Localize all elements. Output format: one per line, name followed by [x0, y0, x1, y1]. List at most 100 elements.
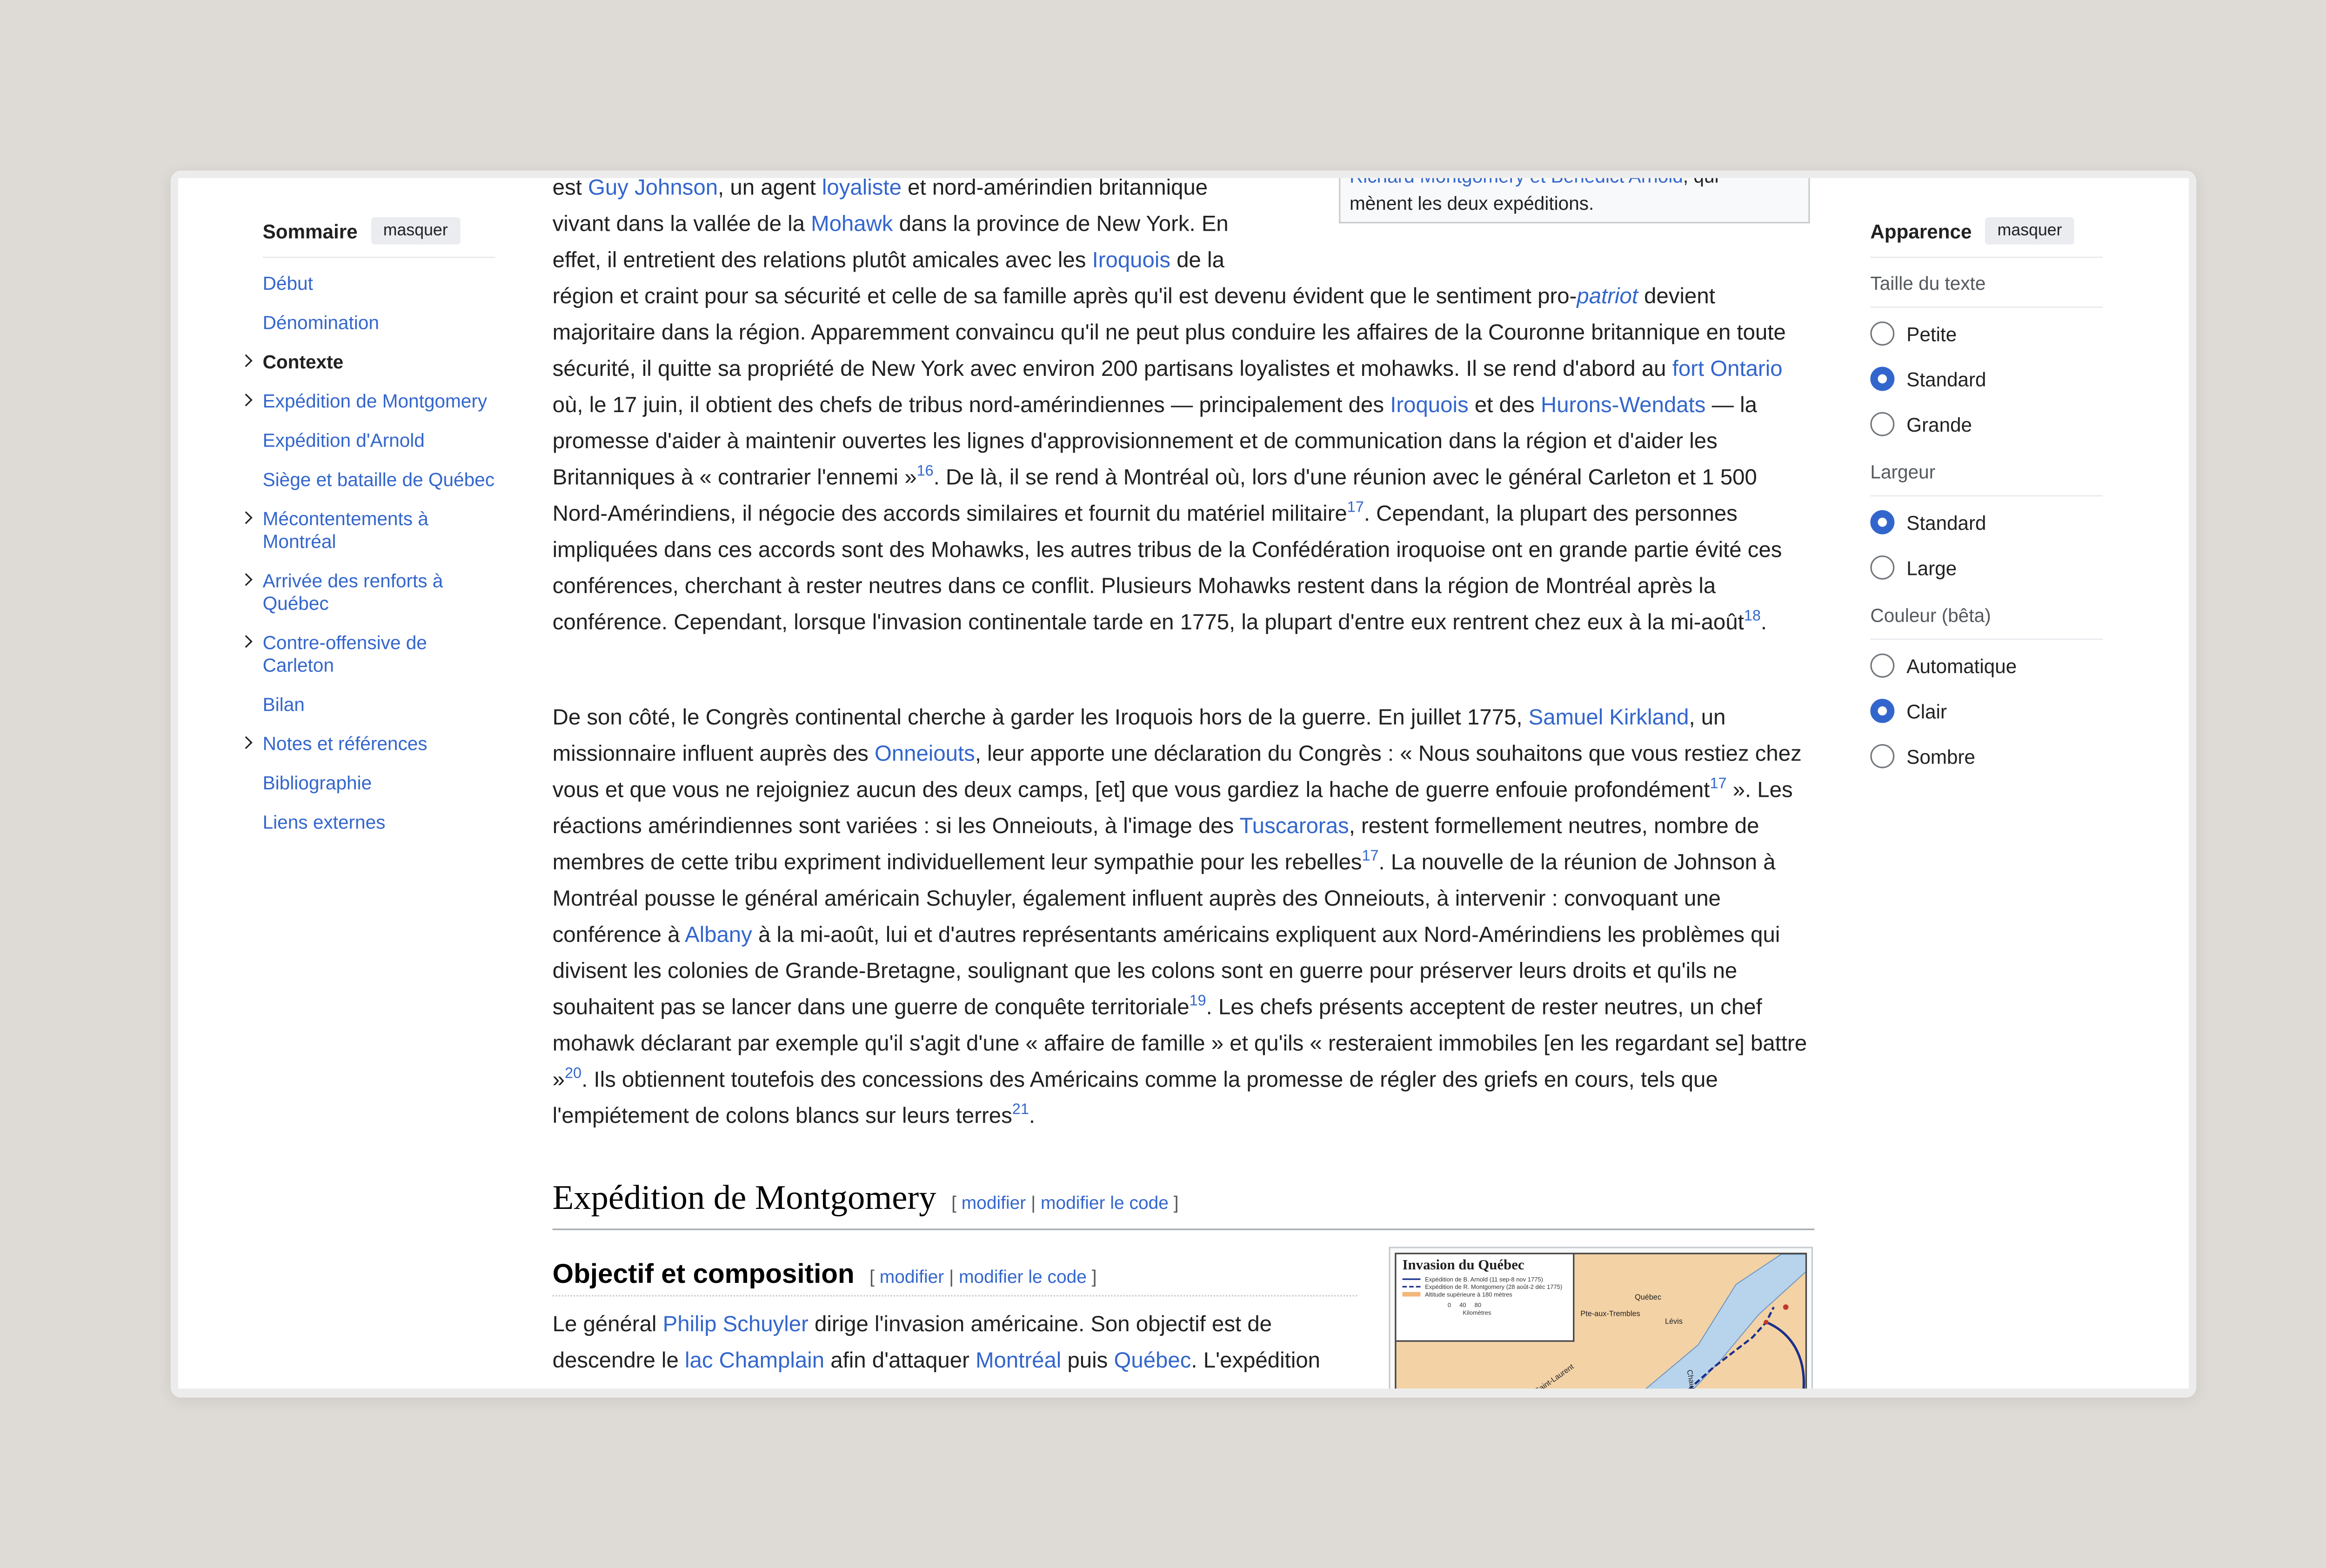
radio-label: Petite: [1906, 322, 1957, 345]
radio-button-icon[interactable]: [1870, 367, 1895, 391]
width-options: Standard Large: [1870, 500, 2103, 590]
toc-item[interactable]: Début: [263, 273, 495, 296]
radio-option[interactable]: Grande: [1870, 401, 2103, 447]
radio-button-icon[interactable]: [1870, 555, 1895, 580]
river-shape: [1645, 1254, 1805, 1389]
toc-item[interactable]: Siège et bataille de Québec: [263, 469, 495, 492]
section-edit-links: [ modifier | modifier le code ]: [951, 1192, 1179, 1214]
chevron-right-icon[interactable]: [239, 734, 254, 752]
edit-source-link[interactable]: modifier le code: [959, 1266, 1087, 1287]
quebec-marker: [1783, 1304, 1789, 1310]
radio-option[interactable]: Standard: [1870, 356, 2103, 401]
toc-item[interactable]: Notes et références: [263, 734, 495, 756]
radio-label: Sombre: [1906, 745, 1976, 768]
ref-17[interactable]: 17: [1710, 776, 1726, 793]
toc-item[interactable]: Bibliographie: [263, 773, 495, 795]
toc-item-label: Contre-offensive de Carleton: [262, 632, 427, 676]
radio-button-icon[interactable]: [1870, 321, 1895, 346]
toc-item[interactable]: Arrivée des renforts à Québec: [263, 571, 495, 616]
toc-item[interactable]: Expédition d'Arnold: [263, 430, 495, 453]
edit-link[interactable]: modifier: [880, 1266, 944, 1287]
radio-button-icon[interactable]: [1870, 510, 1895, 534]
legend-altitude: Altitude supérieure à 180 mètres: [1402, 1290, 1567, 1298]
link-montreal[interactable]: Montréal: [976, 1349, 1061, 1374]
toc-item[interactable]: Liens externes: [263, 812, 495, 835]
link-quebec[interactable]: Québec: [1114, 1349, 1191, 1374]
appearance-title: Apparence: [1870, 220, 1972, 242]
toc-list: Début Dénomination Contexte Expédition de M…: [263, 273, 495, 834]
subsection-edit-links: [ modifier | modifier le code ]: [869, 1266, 1097, 1288]
toc-item[interactable]: Bilan: [263, 694, 495, 717]
radio-label: Large: [1906, 556, 1957, 579]
label-quebec: Québec: [1635, 1293, 1662, 1303]
radio-button-icon[interactable]: [1870, 654, 1895, 678]
ref-17[interactable]: 17: [1362, 848, 1378, 865]
chevron-right-icon[interactable]: [239, 352, 254, 370]
ref-18[interactable]: 18: [1744, 608, 1761, 625]
link-philip-schuyler[interactable]: Philip Schuyler: [663, 1313, 809, 1337]
link-samuel-kirkland[interactable]: Samuel Kirkland: [1529, 707, 1689, 731]
link-iroquois-2[interactable]: Iroquois: [1390, 394, 1468, 418]
article-page: Sommaire masquer Début Dénomination Contex…: [178, 178, 2189, 1389]
radio-label: Grande: [1906, 413, 1972, 436]
radio-option[interactable]: Automatique: [1870, 643, 2103, 688]
toc-item-label: Dénomination: [262, 312, 379, 334]
label-levis: Lévis: [1665, 1317, 1683, 1327]
radio-button-icon[interactable]: [1870, 412, 1895, 436]
link-onneiouts[interactable]: Onneiouts: [875, 742, 975, 767]
link-hurons-wendats[interactable]: Hurons-Wendats: [1541, 394, 1705, 418]
ref-16[interactable]: 16: [917, 464, 934, 480]
radio-option[interactable]: Sombre: [1870, 734, 2103, 779]
radio-option[interactable]: Large: [1870, 545, 2103, 590]
radio-option[interactable]: Petite: [1870, 311, 2103, 356]
link-mohawk[interactable]: Mohawk: [811, 213, 893, 237]
toc-item[interactable]: Mécontentements à Montréal: [263, 509, 495, 554]
radio-option[interactable]: Clair: [1870, 688, 2103, 734]
invasion-map[interactable]: Invasion du Québec Expédition de B. Arno…: [1395, 1253, 1807, 1389]
toc-item[interactable]: Dénomination: [263, 313, 495, 335]
link-iroquois[interactable]: Iroquois: [1092, 249, 1170, 273]
ref-19[interactable]: 19: [1190, 994, 1206, 1010]
link-patriot[interactable]: patriot: [1577, 285, 1638, 309]
toc-title: Sommaire: [262, 220, 358, 242]
color-label: Couleur (bêta): [1870, 605, 2103, 640]
map-title: Invasion du Québec: [1402, 1259, 1524, 1274]
radio-option[interactable]: Standard: [1870, 500, 2103, 545]
arnold-route: [1765, 1321, 1805, 1389]
chevron-right-icon[interactable]: [239, 633, 254, 651]
map-thumbnail[interactable]: Invasion du Québec Expédition de B. Arno…: [1389, 1247, 1813, 1389]
color-options: Automatique Clair Sombre: [1870, 643, 2103, 779]
radio-label: Clair: [1906, 700, 1947, 722]
link-guy-johnson[interactable]: Guy Johnson: [588, 178, 718, 201]
radio-button-icon[interactable]: [1870, 699, 1895, 723]
link-lac-champlain[interactable]: lac Champlain: [685, 1349, 824, 1374]
ref-21[interactable]: 21: [1012, 1102, 1029, 1119]
subsection-heading: Objectif et composition [ modifier | modi…: [552, 1253, 1357, 1297]
chevron-right-icon[interactable]: [239, 391, 254, 409]
ref-17[interactable]: 17: [1347, 500, 1364, 517]
toc-hide-button[interactable]: masquer: [371, 217, 460, 245]
edit-link[interactable]: modifier: [962, 1192, 1026, 1213]
text-size-label: Taille du texte: [1870, 273, 2103, 308]
link-loyaliste[interactable]: loyaliste: [822, 178, 902, 201]
toc-item-label: Bibliographie: [262, 773, 372, 794]
chevron-right-icon[interactable]: [239, 509, 254, 527]
link-albany[interactable]: Albany: [685, 924, 752, 948]
chevron-right-icon[interactable]: [239, 571, 254, 589]
map-scale-unit: Kilomètres: [1463, 1308, 1491, 1316]
pte-marker: [1764, 1320, 1769, 1325]
appearance-hide-button[interactable]: masquer: [1985, 217, 2074, 245]
ref-20[interactable]: 20: [565, 1066, 582, 1082]
toc-item-label: Mécontentements à Montréal: [262, 508, 428, 553]
link-tuscaroras[interactable]: Tuscaroras: [1240, 815, 1349, 839]
toc-item[interactable]: Expédition de Montgomery: [263, 391, 495, 414]
radio-button-icon[interactable]: [1870, 744, 1895, 768]
toc-item-label: Expédition d'Arnold: [262, 430, 425, 452]
edit-source-link[interactable]: modifier le code: [1041, 1192, 1169, 1213]
toc-item-label: Arrivée des renforts à Québec: [262, 570, 443, 614]
toc-item[interactable]: Contexte: [263, 352, 495, 374]
toc-item[interactable]: Contre-offensive de Carleton: [263, 633, 495, 678]
toc-item-label: Liens externes: [262, 812, 386, 834]
link-fort-ontario[interactable]: fort Ontario: [1672, 358, 1783, 382]
section-title: Expédition de Montgomery: [552, 1179, 936, 1217]
